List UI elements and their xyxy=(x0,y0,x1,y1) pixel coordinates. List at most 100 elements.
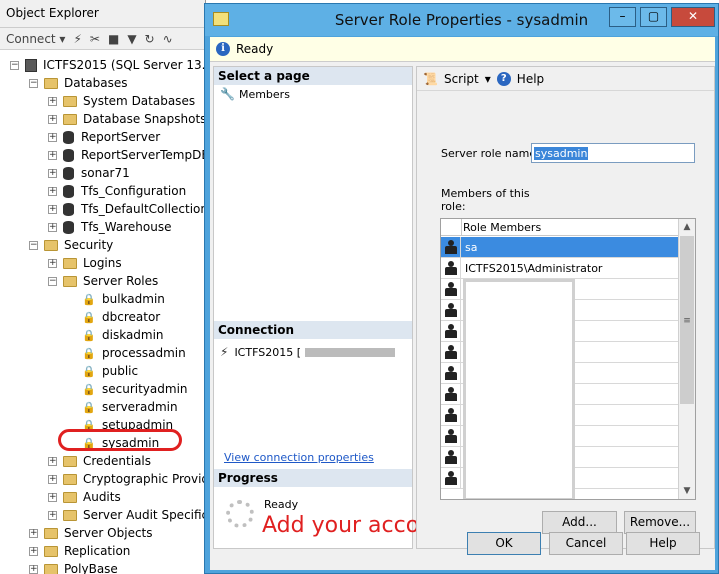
tree-node[interactable]: + Tfs_Configuration xyxy=(48,182,186,200)
tree-node[interactable]: + Tfs_Warehouse xyxy=(48,218,172,236)
close-icon[interactable]: ✕ xyxy=(671,7,715,27)
ok-button[interactable]: OK xyxy=(467,532,541,555)
expand-icon[interactable]: + xyxy=(29,564,38,574)
expand-icon[interactable]: + xyxy=(29,546,38,556)
member-row-header[interactable] xyxy=(441,237,461,258)
expand-icon[interactable]: + xyxy=(48,132,57,142)
expand-icon[interactable]: + xyxy=(48,510,57,520)
connect-icon[interactable]: ⚡ xyxy=(73,32,81,46)
role-members-grid[interactable]: Role Members sa ICTFS2015\Administrator ▲… xyxy=(440,218,696,500)
expand-icon[interactable]: + xyxy=(48,492,57,502)
expand-icon[interactable]: + xyxy=(48,96,57,106)
tree-node[interactable]: + sonar71 xyxy=(48,164,130,182)
member-row-header[interactable] xyxy=(441,342,461,363)
collapse-icon[interactable]: − xyxy=(29,240,38,250)
expand-icon[interactable]: + xyxy=(48,168,57,178)
disconnect-icon[interactable]: ✂ xyxy=(90,32,100,46)
member-row-header[interactable] xyxy=(441,468,461,489)
connection-icon: ⚡ xyxy=(220,345,229,359)
tree-node[interactable]: + Logins xyxy=(48,254,122,272)
script-icon[interactable]: 📜 xyxy=(423,72,438,86)
help-button[interactable]: Help xyxy=(626,532,700,555)
expand-icon[interactable]: + xyxy=(48,474,57,484)
member-row[interactable]: sa xyxy=(441,237,679,258)
tree-node[interactable]: 🔒 processadmin xyxy=(67,344,186,362)
member-row-header[interactable] xyxy=(441,363,461,384)
connection-row: ⚡ ICTFS2015 [ xyxy=(220,345,395,359)
expand-icon[interactable]: + xyxy=(48,186,57,196)
add-button[interactable]: Add... xyxy=(542,511,617,534)
script-button[interactable]: Script xyxy=(444,72,479,86)
tree-node[interactable]: 🔒 securityadmin xyxy=(67,380,188,398)
page-members-label: Members xyxy=(238,87,290,101)
tree-node[interactable]: 🔒 serveradmin xyxy=(67,398,178,416)
maximize-icon[interactable]: ▢ xyxy=(640,7,667,27)
view-connection-properties-link[interactable]: View connection properties xyxy=(224,451,374,464)
expand-icon[interactable]: + xyxy=(29,528,38,538)
server-role-icon: 🔒 xyxy=(82,364,96,378)
filter-icon[interactable]: ▼ xyxy=(127,32,136,46)
member-row[interactable]: ICTFS2015\Administrator xyxy=(441,258,679,279)
member-row-header[interactable] xyxy=(441,384,461,405)
activity-icon[interactable]: ∿ xyxy=(163,32,173,46)
member-row-header[interactable] xyxy=(441,279,461,300)
tree-node[interactable]: + System Databases xyxy=(48,92,195,110)
tree-node[interactable]: + PolyBase xyxy=(29,560,118,574)
expand-icon[interactable]: + xyxy=(48,150,57,160)
expand-icon[interactable]: + xyxy=(48,456,57,466)
expand-icon[interactable]: + xyxy=(48,222,57,232)
expand-icon[interactable]: + xyxy=(48,258,57,268)
tree-node[interactable]: + Server Objects xyxy=(29,524,153,542)
tree-node[interactable]: 🔒 bulkadmin xyxy=(67,290,165,308)
tree-node[interactable]: + Credentials xyxy=(48,452,151,470)
tree-node-label: Databases xyxy=(64,76,128,90)
member-row-header[interactable] xyxy=(441,300,461,321)
tree-node[interactable]: + Server Audit Specificat xyxy=(48,506,205,524)
tree-node[interactable]: − Databases xyxy=(29,74,128,92)
tree-node[interactable]: + Replication xyxy=(29,542,130,560)
tree-node[interactable]: 🔒 dbcreator xyxy=(67,308,160,326)
connect-button[interactable]: Connect ▾ xyxy=(6,32,65,46)
scroll-up-icon[interactable]: ▲ xyxy=(679,219,695,235)
expand-icon[interactable]: + xyxy=(48,204,57,214)
role-members-column-header[interactable]: Role Members xyxy=(463,221,541,234)
tree-node[interactable]: + ReportServer xyxy=(48,128,160,146)
tree-node[interactable]: + Database Snapshots xyxy=(48,110,205,128)
help-icon[interactable]: ? xyxy=(496,71,511,86)
grid-scrollbar[interactable]: ▲ ≡ ▼ xyxy=(678,219,695,499)
tree-node[interactable]: 🔒 public xyxy=(67,362,138,380)
help-toolbar-button[interactable]: Help xyxy=(517,72,544,86)
refresh-icon[interactable]: ↻ xyxy=(145,32,155,46)
member-row-header[interactable] xyxy=(441,447,461,468)
member-row-header[interactable] xyxy=(441,426,461,447)
tree-node-label: securityadmin xyxy=(102,382,188,396)
tree-node[interactable]: + ReportServerTempDB xyxy=(48,146,205,164)
user-icon xyxy=(445,240,457,254)
collapse-icon[interactable]: − xyxy=(10,60,19,70)
tree-node[interactable]: − ICTFS2015 (SQL Server 13.0.40 xyxy=(10,56,205,74)
cancel-button[interactable]: Cancel xyxy=(549,532,623,555)
script-dropdown-icon[interactable]: ▾ xyxy=(485,72,491,86)
server-role-name-field[interactable]: sysadmin xyxy=(531,143,695,163)
stop-icon[interactable]: ■ xyxy=(108,32,119,46)
member-row-header[interactable] xyxy=(441,405,461,426)
folder-icon xyxy=(44,77,58,89)
database-icon xyxy=(63,220,74,234)
minimize-icon[interactable]: – xyxy=(609,7,636,27)
member-name: ICTFS2015\Administrator xyxy=(465,262,603,275)
collapse-icon[interactable]: − xyxy=(48,276,57,286)
tree-node[interactable]: + Tfs_DefaultCollection xyxy=(48,200,205,218)
tree-node[interactable]: + Cryptographic Provide xyxy=(48,470,205,488)
scroll-down-icon[interactable]: ▼ xyxy=(679,483,695,499)
tree-node[interactable]: − Server Roles xyxy=(48,272,158,290)
remove-button[interactable]: Remove... xyxy=(624,511,696,534)
tree-node[interactable]: 🔒 diskadmin xyxy=(67,326,164,344)
member-row-header[interactable] xyxy=(441,321,461,342)
page-members[interactable]: 🔧 Members xyxy=(220,87,290,101)
tree-node[interactable]: − Security xyxy=(29,236,113,254)
collapse-icon[interactable]: − xyxy=(29,78,38,88)
tree-node[interactable]: + Audits xyxy=(48,488,121,506)
expand-icon[interactable]: + xyxy=(48,114,57,124)
member-row-header[interactable] xyxy=(441,258,461,279)
tree-node-label: Logins xyxy=(83,256,122,270)
